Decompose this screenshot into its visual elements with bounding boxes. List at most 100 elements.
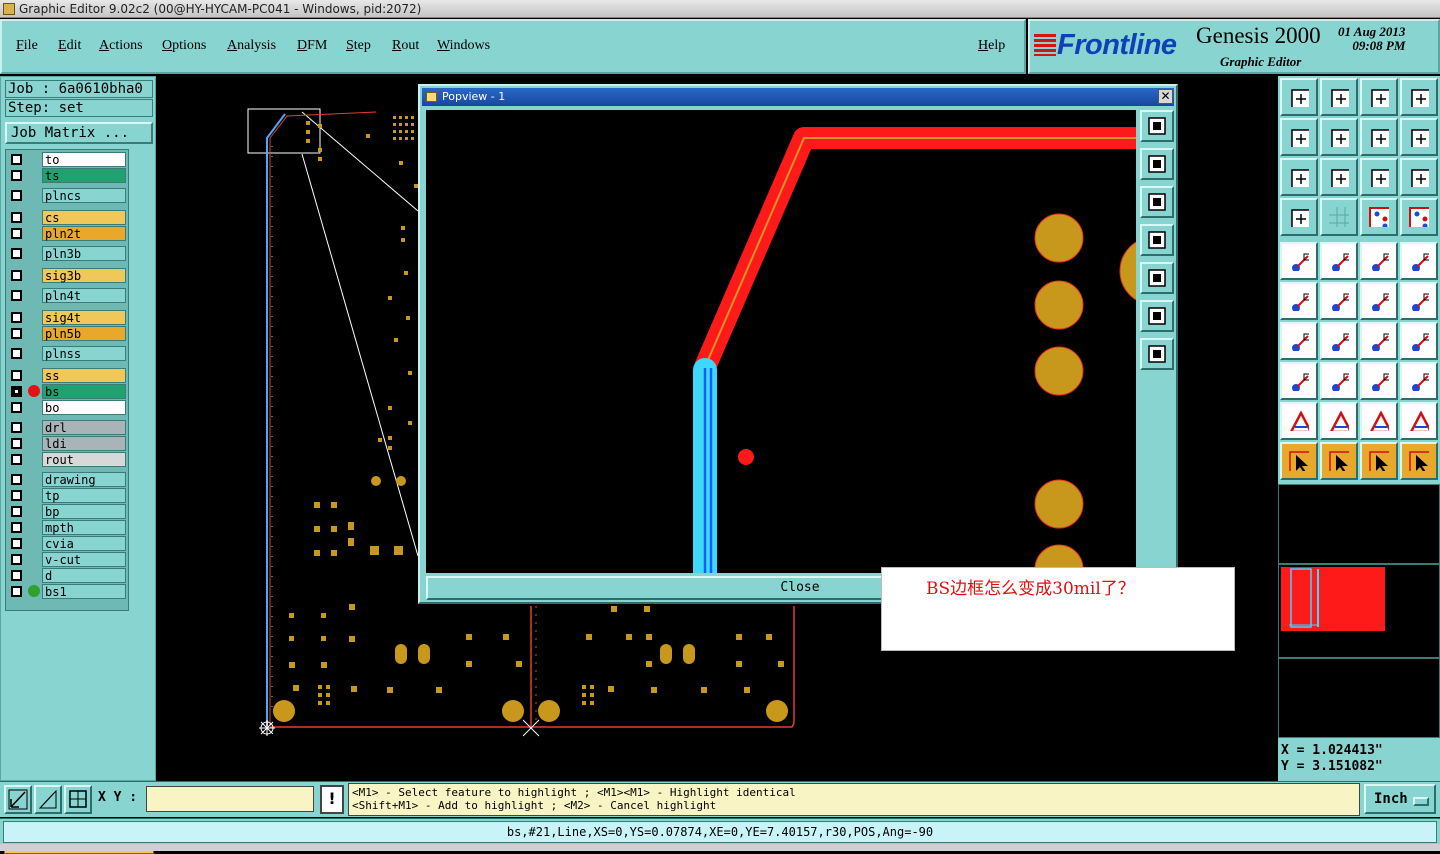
layer-name[interactable]: ts <box>42 168 126 183</box>
layer-checkbox[interactable] <box>11 522 22 533</box>
menu-analysis[interactable]: Analysis <box>227 38 276 54</box>
layer-name[interactable]: plnss <box>42 346 126 361</box>
mirror-button[interactable] <box>1400 322 1438 360</box>
menu-help[interactable]: Help <box>978 38 1005 54</box>
menu-windows[interactable]: Windows <box>437 38 490 54</box>
popview-close-x-button[interactable]: ✕ <box>1158 89 1173 104</box>
pad-group-button[interactable] <box>1400 362 1438 400</box>
zoom-arrow-button[interactable] <box>4 785 32 814</box>
menu-actions[interactable]: Actions <box>99 38 143 54</box>
popview-zoom-out-button[interactable] <box>1140 338 1174 370</box>
layer-row-pln2t[interactable]: pln2t <box>8 226 128 241</box>
layer-checkbox[interactable] <box>11 270 22 281</box>
layer-name[interactable]: mpth <box>42 520 126 535</box>
menu-options[interactable]: Options <box>162 38 206 54</box>
triangle-a-button[interactable] <box>1360 402 1398 440</box>
layer-row-rout[interactable]: rout <box>8 452 128 467</box>
zoom-center-button[interactable] <box>1360 118 1398 156</box>
layer-row-mpth[interactable]: mpth <box>8 520 128 535</box>
layer-row-d[interactable]: d <box>8 568 128 583</box>
layer-checkbox[interactable] <box>11 386 22 397</box>
popview-fit-button[interactable] <box>1140 110 1174 142</box>
layer-name[interactable]: plncs <box>42 188 126 203</box>
layer-checkbox[interactable] <box>11 290 22 301</box>
layer-name[interactable]: sig3b <box>42 268 126 283</box>
layer-row-ldi[interactable]: ldi <box>8 436 128 451</box>
menu-edit[interactable]: Edit <box>58 38 81 54</box>
layer-row-tp[interactable]: tp <box>8 488 128 503</box>
slot-button[interactable] <box>1320 362 1358 400</box>
layer-checkbox[interactable] <box>11 228 22 239</box>
layer-checkbox[interactable] <box>11 474 22 485</box>
menu-dfm[interactable]: DFM <box>297 38 327 54</box>
layer-name[interactable]: pln3b <box>42 246 126 261</box>
copy-button[interactable] <box>1400 282 1438 320</box>
layer-row-bs[interactable]: bs <box>8 384 128 399</box>
popview-pan-up-button[interactable] <box>1140 148 1174 180</box>
popview-pan-right-button[interactable] <box>1140 262 1174 294</box>
layer-name[interactable]: bo <box>42 400 126 415</box>
window-save-button[interactable] <box>1320 78 1358 116</box>
triangle-arrow-button[interactable] <box>1320 402 1358 440</box>
layer-name[interactable]: pln4t <box>42 288 126 303</box>
layer-snap-button[interactable] <box>1360 198 1398 236</box>
layer-row-v-cut[interactable]: v-cut <box>8 552 128 567</box>
alert-button[interactable]: ! <box>320 785 344 814</box>
popview-zoom-in-button[interactable] <box>1140 300 1174 332</box>
xy-input[interactable] <box>146 786 314 812</box>
measure-angle-button[interactable] <box>34 785 62 814</box>
scale-1-2-button[interactable] <box>1360 158 1398 196</box>
layer-checkbox[interactable] <box>11 506 22 517</box>
layer-name[interactable]: rout <box>42 452 126 467</box>
layer-row-drl[interactable]: drl <box>8 420 128 435</box>
layer-checkbox[interactable] <box>11 438 22 449</box>
home-button[interactable] <box>1360 78 1398 116</box>
settings-button[interactable] <box>1280 198 1318 236</box>
menu-file[interactable]: File <box>16 38 38 54</box>
measure-button[interactable] <box>1360 362 1398 400</box>
layer-name[interactable]: drl <box>42 420 126 435</box>
layer-row-plnss[interactable]: plnss <box>8 346 128 361</box>
job-matrix-button[interactable]: Job Matrix ... <box>5 122 153 144</box>
layer-checkbox[interactable] <box>11 170 22 181</box>
layer-row-sig4t[interactable]: sig4t <box>8 310 128 325</box>
ruler-button[interactable] <box>1360 242 1398 280</box>
menu-step[interactable]: Step <box>346 38 371 54</box>
layer-checkbox[interactable] <box>11 490 22 501</box>
layer-name[interactable]: cs <box>42 210 126 225</box>
triangle-button[interactable] <box>1280 402 1318 440</box>
layer-row-bs1[interactable]: bs1 <box>8 584 128 599</box>
zoom-fit-button[interactable] <box>1400 118 1438 156</box>
layer-checkbox[interactable] <box>11 328 22 339</box>
split-view-button[interactable] <box>1400 78 1438 116</box>
help-button[interactable] <box>1400 158 1438 196</box>
layer-checkbox[interactable] <box>11 154 22 165</box>
layer-row-ts[interactable]: ts <box>8 168 128 183</box>
popview-pan-down-button[interactable] <box>1140 186 1174 218</box>
layer-checkbox[interactable] <box>11 312 22 323</box>
layer-checkbox[interactable] <box>11 554 22 565</box>
layer-checkbox[interactable] <box>11 248 22 259</box>
layer-checkbox[interactable] <box>11 422 22 433</box>
layer-name[interactable]: to <box>42 152 126 167</box>
layer-name[interactable]: pln2t <box>42 226 126 241</box>
grid-button[interactable] <box>1320 198 1358 236</box>
grid-toggle-button[interactable] <box>64 785 92 814</box>
net-button[interactable] <box>1280 282 1318 320</box>
layer-checkbox[interactable] <box>11 190 22 201</box>
units-select[interactable]: Inch <box>1364 784 1436 814</box>
layer-checkbox[interactable] <box>11 586 22 597</box>
layer-row-bo[interactable]: bo <box>8 400 128 415</box>
layer-name[interactable]: d <box>42 568 126 583</box>
layer-checkbox[interactable] <box>11 454 22 465</box>
feature-select-button[interactable] <box>1280 242 1318 280</box>
layer-snap-active-button[interactable] <box>1400 198 1438 236</box>
triangle-drag-button[interactable] <box>1400 402 1438 440</box>
line-button[interactable] <box>1320 322 1358 360</box>
layer-name[interactable]: bp <box>42 504 126 519</box>
pan-right-button[interactable] <box>1320 118 1358 156</box>
layer-checkbox[interactable] <box>11 212 22 223</box>
pointer-button[interactable] <box>1280 442 1318 480</box>
layer-checkbox[interactable] <box>11 370 22 381</box>
layer-name[interactable]: cvia <box>42 536 126 551</box>
